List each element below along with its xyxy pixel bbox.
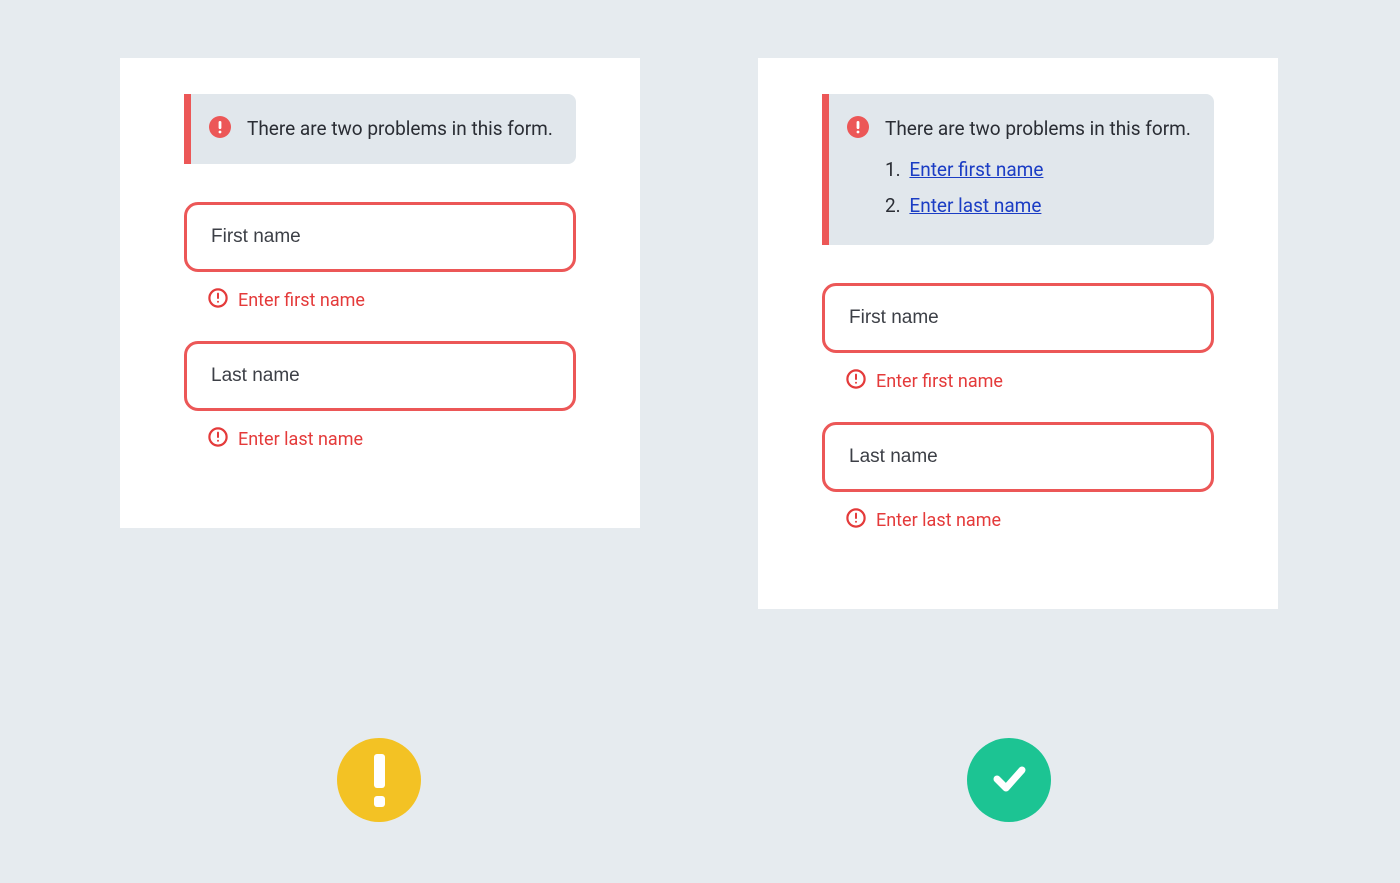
error-summary-links: 1. Enter first name 2. Enter last name [885,152,1192,224]
alert-error-icon [209,116,231,142]
status-badge-ok [967,738,1051,822]
error-icon [846,369,866,394]
error-summary-alert: There are two problems in this form. [184,94,576,164]
alert-error-icon [847,116,869,142]
example-card-ok: There are two problems in this form. 1. … [758,58,1278,609]
error-link-ordinal: 1. [885,158,901,181]
last-name-field-group: Enter last name [184,341,576,452]
last-name-field-group: Enter last name [822,422,1214,533]
error-summary-alert: There are two problems in this form. 1. … [822,94,1214,245]
error-icon [846,508,866,533]
first-name-input[interactable] [822,283,1214,353]
exclamation-icon [374,754,385,807]
last-name-error-text: Enter last name [238,429,363,450]
first-name-error: Enter first name [208,288,576,313]
status-badge-warning [337,738,421,822]
error-link-first-name[interactable]: Enter first name [909,158,1043,181]
first-name-input[interactable] [184,202,576,272]
last-name-input[interactable] [822,422,1214,492]
error-link-ordinal: 2. [885,194,901,217]
last-name-error: Enter last name [208,427,576,452]
error-icon [208,427,228,452]
example-card-warning: There are two problems in this form. Ent… [120,58,640,528]
error-summary-text: There are two problems in this form. [247,114,554,144]
first-name-error-text: Enter first name [876,371,1003,392]
first-name-field-group: Enter first name [184,202,576,313]
error-link-last-name[interactable]: Enter last name [909,194,1041,217]
last-name-input[interactable] [184,341,576,411]
first-name-error: Enter first name [846,369,1214,394]
error-summary-text: There are two problems in this form. [885,114,1192,144]
error-icon [208,288,228,313]
last-name-error-text: Enter last name [876,510,1001,531]
checkmark-icon [986,755,1032,805]
first-name-error-text: Enter first name [238,290,365,311]
first-name-field-group: Enter first name [822,283,1214,394]
last-name-error: Enter last name [846,508,1214,533]
